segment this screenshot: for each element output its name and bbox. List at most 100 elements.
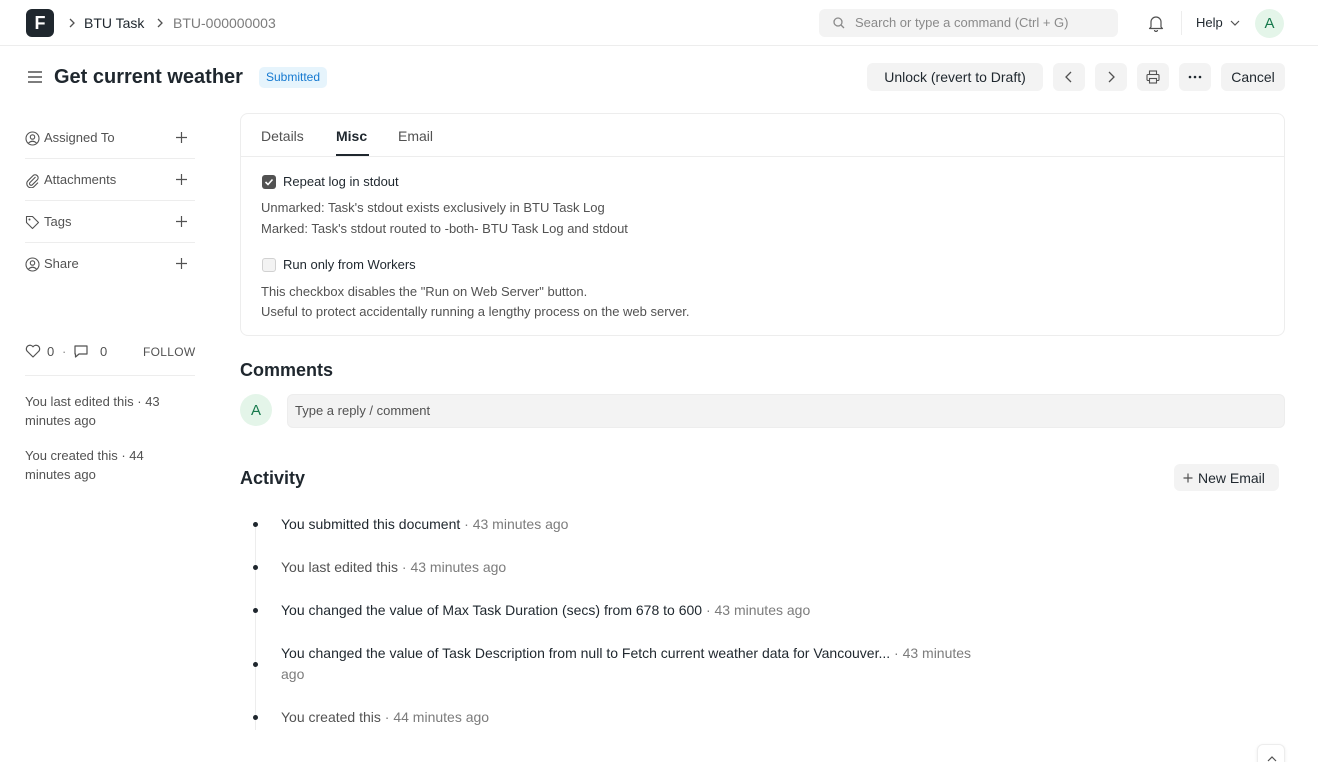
activity-item: You last edited this · 43 minutes ago (281, 557, 981, 578)
sidebar-item-label: Attachments (44, 172, 117, 187)
chevron-down-icon[interactable] (1230, 19, 1240, 27)
tabs-divider (241, 156, 1284, 157)
last-edited-info: You last edited this · 43 minutes ago (25, 394, 160, 428)
sidebar-item-label: Assigned To (44, 130, 115, 145)
activity-item: You created this · 44 minutes ago (281, 707, 981, 728)
timeline-dot (253, 565, 258, 570)
sidebar-divider (25, 375, 195, 376)
plus-icon[interactable] (175, 215, 188, 228)
timeline-dot (253, 715, 258, 720)
search-icon (833, 17, 845, 29)
repeat-log-help-line: Marked: Task's stdout routed to -both- B… (261, 221, 628, 236)
sidebar-item-tags[interactable]: Tags (25, 212, 195, 232)
ellipsis-icon (1188, 75, 1202, 79)
plus-icon[interactable] (175, 131, 188, 144)
sidebar-divider (25, 242, 195, 243)
tab-misc[interactable]: Misc (336, 127, 367, 145)
activity-text: from (600, 602, 636, 618)
sidebar-item-label: Tags (44, 214, 72, 229)
sidebar-item-assigned-to[interactable]: Assigned To (25, 128, 195, 148)
share-user-icon (25, 257, 40, 272)
activity-old-value: null (580, 645, 603, 661)
repeat-log-label: Repeat log in stdout (283, 174, 399, 189)
activity-text: You changed the value of (281, 645, 443, 661)
new-email-button[interactable]: New Email (1174, 464, 1279, 491)
run-only-workers-label: Run only from Workers (283, 257, 416, 272)
assign-icon (25, 131, 40, 146)
breadcrumb-doctype[interactable]: BTU Task (84, 14, 144, 32)
heart-icon[interactable] (25, 344, 41, 358)
more-actions-button[interactable] (1179, 63, 1211, 91)
plus-icon[interactable] (175, 257, 188, 270)
sidebar-item-share[interactable]: Share (25, 254, 195, 274)
tab-details[interactable]: Details (261, 127, 304, 145)
activity-timeline-line (255, 524, 256, 730)
timeline-dot (253, 662, 258, 667)
activity-text: You changed the value of (281, 602, 443, 618)
created-info: You created this · 44 minutes ago (25, 448, 144, 482)
sidebar-divider (25, 158, 195, 159)
activity-new-value: Fetch current weather data for Vancouver… (621, 645, 891, 661)
activity-field: Task Description (442, 645, 545, 661)
repeat-log-checkbox[interactable] (262, 175, 276, 189)
comment-input[interactable]: Type a reply / comment (287, 394, 1285, 428)
previous-document-button[interactable] (1053, 63, 1085, 91)
activity-time: · 44 minutes ago (384, 709, 490, 725)
next-document-button[interactable] (1095, 63, 1127, 91)
follow-button[interactable]: FOLLOW (143, 344, 195, 360)
activity-time: · 43 minutes ago (702, 602, 811, 618)
navbar-divider (1181, 11, 1182, 35)
activity-title: Activity (240, 468, 306, 488)
status-badge: Submitted (259, 67, 328, 88)
printer-icon (1146, 70, 1160, 84)
activity-text: You created this (281, 709, 381, 725)
print-button[interactable] (1137, 63, 1169, 91)
chevron-right-icon (69, 18, 75, 28)
likes-count: 0 (47, 344, 55, 359)
activity-item: You changed the value of Max Task Durati… (281, 600, 981, 621)
plus-icon[interactable] (175, 173, 188, 186)
search-input[interactable]: Search or type a command (Ctrl + G) (819, 9, 1118, 37)
top-navbar: F BTU Task BTU-000000003 Search or type … (0, 0, 1318, 46)
comment-icon[interactable] (73, 344, 89, 359)
separator-dot: · (62, 344, 67, 359)
notification-bell-icon[interactable] (1148, 14, 1164, 32)
sidebar-item-attachments[interactable]: Attachments (25, 170, 195, 190)
sidebar-toggle-icon[interactable] (27, 70, 43, 84)
search-placeholder: Search or type a command (Ctrl + G) (855, 15, 1069, 30)
chevron-left-icon (1065, 71, 1072, 83)
activity-item: You changed the value of Task Descriptio… (281, 643, 981, 685)
help-dropdown[interactable]: Help (1196, 15, 1223, 31)
activity-text: to (659, 602, 679, 618)
activity-text: to (602, 645, 622, 661)
tab-email[interactable]: Email (398, 127, 433, 145)
page-title: Get current weather (54, 66, 243, 88)
unlock-revert-button[interactable]: Unlock (revert to Draft) (867, 63, 1043, 91)
sidebar-item-label: Share (44, 256, 79, 271)
activity-time: · 43 minutes ago (401, 559, 507, 575)
chevron-right-icon (157, 18, 163, 28)
activity-text: from (544, 645, 581, 661)
run-only-workers-help-line: Useful to protect accidentally running a… (261, 304, 690, 319)
checkmark-icon (264, 178, 274, 186)
activity-time: · 43 minutes ago (464, 516, 569, 532)
plus-icon (1183, 473, 1193, 483)
cancel-button[interactable]: Cancel (1221, 63, 1285, 91)
comment-placeholder: Type a reply / comment (295, 403, 431, 418)
scroll-to-top-button[interactable] (1257, 744, 1285, 762)
app-logo[interactable]: F (26, 9, 54, 37)
tag-icon (25, 215, 40, 230)
activity-text: You submitted this document (281, 516, 461, 532)
chevron-right-icon (1108, 71, 1115, 83)
breadcrumb-document[interactable]: BTU-000000003 (173, 14, 276, 32)
sidebar-divider (25, 200, 195, 201)
activity-field: Max Task Duration (secs) (442, 602, 601, 618)
paperclip-icon (26, 174, 39, 188)
run-only-workers-help-line: This checkbox disables the "Run on Web S… (261, 284, 588, 299)
comment-avatar: A (240, 394, 272, 426)
activity-text: You last edited this (281, 559, 399, 575)
run-only-workers-checkbox[interactable] (262, 258, 276, 272)
comments-title: Comments (240, 360, 334, 380)
comments-count: 0 (100, 344, 108, 359)
user-avatar[interactable]: A (1255, 9, 1284, 38)
